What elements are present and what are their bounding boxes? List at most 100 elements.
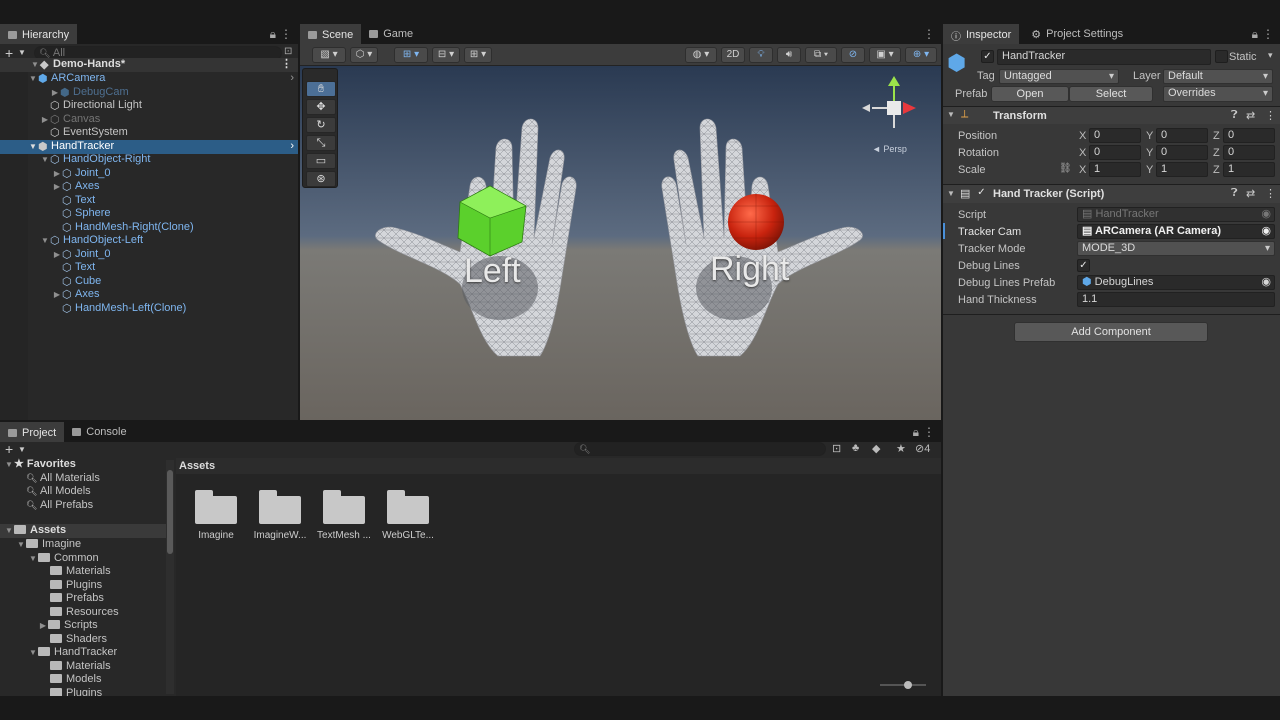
component-menu-icon[interactable]: ⋮: [1265, 187, 1276, 200]
folder-shaders[interactable]: Shaders: [0, 633, 166, 647]
help-icon[interactable]: ❓︎: [1231, 187, 1238, 200]
chevron-down-icon[interactable]: ▼: [18, 445, 26, 454]
move-tool[interactable]: ✥: [306, 99, 336, 115]
asset-folder[interactable]: ImagineW...: [248, 490, 312, 541]
shading-mode-button[interactable]: ⬡ ▾: [350, 47, 378, 63]
constrain-proportions-icon[interactable]: ⛓︎: [1059, 163, 1072, 174]
scale-x-field[interactable]: 1: [1089, 162, 1141, 177]
tab-game[interactable]: Game: [361, 24, 421, 44]
prefab-select-button[interactable]: Select: [1069, 86, 1153, 102]
project-search-input[interactable]: 🔍︎: [574, 442, 826, 456]
hierarchy-item-handmesh-left[interactable]: ⬡ HandMesh-Left(Clone): [0, 302, 298, 316]
hierarchy-item-handobject-left[interactable]: ▼⬡ HandObject-Left: [0, 234, 298, 248]
object-picker-icon[interactable]: ◉: [1261, 225, 1271, 238]
hand-thickness-field[interactable]: 1.1: [1077, 292, 1275, 307]
hierarchy-item-arcamera[interactable]: ▼⬢ ARCamera ›: [0, 72, 298, 86]
hierarchy-item-text-right[interactable]: ⬡ Text: [0, 194, 298, 208]
expand-arrow-icon[interactable]: ▼: [28, 72, 38, 86]
folder-handtracker[interactable]: ▼ HandTracker: [0, 646, 166, 660]
favorite-icon[interactable]: ★: [896, 442, 906, 455]
scale-z-field[interactable]: 1: [1223, 162, 1275, 177]
hierarchy-item-axes-right[interactable]: ▶ ⬡ Axes: [0, 180, 298, 194]
tab-project[interactable]: Project: [0, 422, 65, 442]
lock-icon[interactable]: 🔒︎: [270, 27, 276, 42]
favorite-item[interactable]: 🔍︎ All Models: [0, 485, 166, 499]
rotation-x-field[interactable]: 0: [1089, 145, 1141, 160]
more-menu-icon[interactable]: ⋮: [923, 27, 935, 41]
expand-arrow-icon[interactable]: ▶: [52, 248, 62, 262]
hidden-packages-icon[interactable]: ⊘4: [915, 442, 930, 455]
favorite-item[interactable]: 🔍︎ All Prefabs: [0, 499, 166, 513]
more-menu-icon[interactable]: ⋮: [1262, 27, 1274, 41]
tab-console[interactable]: Console: [64, 422, 134, 442]
component-enabled-checkbox[interactable]: ✓: [975, 187, 988, 200]
ruler-button[interactable]: ⊞ ▾: [464, 47, 492, 63]
scale-y-field[interactable]: 1: [1156, 162, 1208, 177]
hidden-objects-toggle[interactable]: ⊘: [841, 47, 865, 63]
hierarchy-item-sphere[interactable]: ⬡ Sphere: [0, 207, 298, 221]
hierarchy-item-canvas[interactable]: ▶ ⬡ Canvas: [0, 113, 298, 127]
tracker-mode-dropdown[interactable]: MODE_3D: [1077, 241, 1275, 256]
hierarchy-item-joint0-left[interactable]: ▶ ⬡ Joint_0: [0, 248, 298, 262]
effects-button[interactable]: ⧉ ▾: [805, 47, 837, 63]
expand-arrow-icon[interactable]: ▶: [38, 619, 48, 633]
increment-snap-button[interactable]: ⊟ ▾: [432, 47, 460, 63]
transform-tool[interactable]: ⊛: [306, 171, 336, 187]
component-menu-icon[interactable]: ⋮: [1265, 109, 1276, 122]
preset-icon[interactable]: ⇄: [1246, 187, 1255, 200]
folder-plugins[interactable]: Plugins: [0, 579, 166, 593]
folder-common[interactable]: ▼ Common: [0, 552, 166, 566]
hierarchy-item-handtracker[interactable]: ▼⬢ HandTracker ›: [0, 140, 298, 154]
prefab-open-button[interactable]: Open: [991, 86, 1069, 102]
expand-arrow-icon[interactable]: ▶: [52, 288, 62, 302]
expand-arrow-icon[interactable]: ▼: [16, 538, 26, 552]
scrollbar-thumb[interactable]: [167, 470, 173, 554]
prefab-overrides-dropdown[interactable]: Overrides: [1163, 86, 1273, 102]
folder-prefabs[interactable]: Prefabs: [0, 592, 166, 606]
filter-icon[interactable]: ♣: [852, 442, 859, 454]
slider-handle[interactable]: [904, 681, 912, 689]
favorites-header[interactable]: ▼★ Favorites: [0, 458, 166, 472]
static-checkbox[interactable]: [1215, 50, 1228, 63]
hierarchy-item-axes-left[interactable]: ▶ ⬡ Axes: [0, 288, 298, 302]
foldout-arrow-icon[interactable]: ▼: [947, 189, 955, 198]
tree-scrollbar[interactable]: [166, 460, 174, 694]
add-component-button[interactable]: Add Component: [1014, 322, 1208, 342]
hierarchy-item-eventsystem[interactable]: ⬡ EventSystem: [0, 126, 298, 140]
tab-scene[interactable]: Scene: [300, 24, 362, 44]
expand-arrow-icon[interactable]: ▼: [30, 58, 40, 72]
rotate-tool[interactable]: ↻: [306, 117, 336, 133]
object-name-field[interactable]: HandTracker: [997, 49, 1211, 65]
active-checkbox[interactable]: ✓: [981, 50, 994, 63]
tracker-cam-field[interactable]: ▤ ARCamera (AR Camera) ◉: [1077, 224, 1275, 239]
hierarchy-item-debugcam[interactable]: ▶ ⬢ DebugCam: [0, 86, 298, 100]
breadcrumb[interactable]: Assets: [176, 458, 941, 474]
foldout-arrow-icon[interactable]: ▼: [947, 110, 955, 119]
expand-arrow-icon[interactable]: ▼: [28, 646, 38, 660]
rotation-z-field[interactable]: 0: [1223, 145, 1275, 160]
folder-ht-models[interactable]: Models: [0, 673, 166, 687]
expand-arrow-icon[interactable]: ▼: [4, 524, 14, 538]
scale-tool[interactable]: ⤡: [306, 135, 336, 151]
expand-arrow-icon[interactable]: ▶: [52, 180, 62, 194]
lighting-toggle[interactable]: 💡︎: [749, 47, 773, 63]
hierarchy-item-text-left[interactable]: ⬡ Text: [0, 261, 298, 275]
chevron-down-icon[interactable]: ▼: [18, 48, 26, 57]
scene-menu-icon[interactable]: ⋮: [281, 58, 292, 72]
scene-viewport[interactable]: Left Right ◄ Persp ✋︎ ✥ ↻ ⤡ ▭ ⊛: [300, 66, 941, 420]
scene-visibility-icon[interactable]: ⊡: [284, 46, 292, 57]
hand-tool[interactable]: ✋︎: [306, 81, 336, 97]
script-component-header[interactable]: ▼ ▤ ✓ Hand Tracker (Script) ❓︎ ⇄ ⋮: [943, 185, 1280, 203]
lock-icon[interactable]: 🔒︎: [1252, 27, 1258, 42]
assets-root[interactable]: ▼ Assets: [0, 524, 166, 538]
lock-icon[interactable]: 🔒︎: [913, 425, 919, 440]
expand-arrow-icon[interactable]: ▶: [40, 113, 50, 127]
red-sphere[interactable]: [728, 194, 784, 250]
rotation-y-field[interactable]: 0: [1156, 145, 1208, 160]
persp-label[interactable]: ◄ Persp: [872, 144, 907, 154]
layer-dropdown[interactable]: Default: [1163, 69, 1273, 84]
asset-folder[interactable]: TextMesh ...: [312, 490, 376, 541]
hierarchy-item-cube[interactable]: ⬡ Cube: [0, 275, 298, 289]
folder-scripts[interactable]: ▶ Scripts: [0, 619, 166, 633]
static-dropdown-icon[interactable]: ▾: [1268, 50, 1273, 61]
